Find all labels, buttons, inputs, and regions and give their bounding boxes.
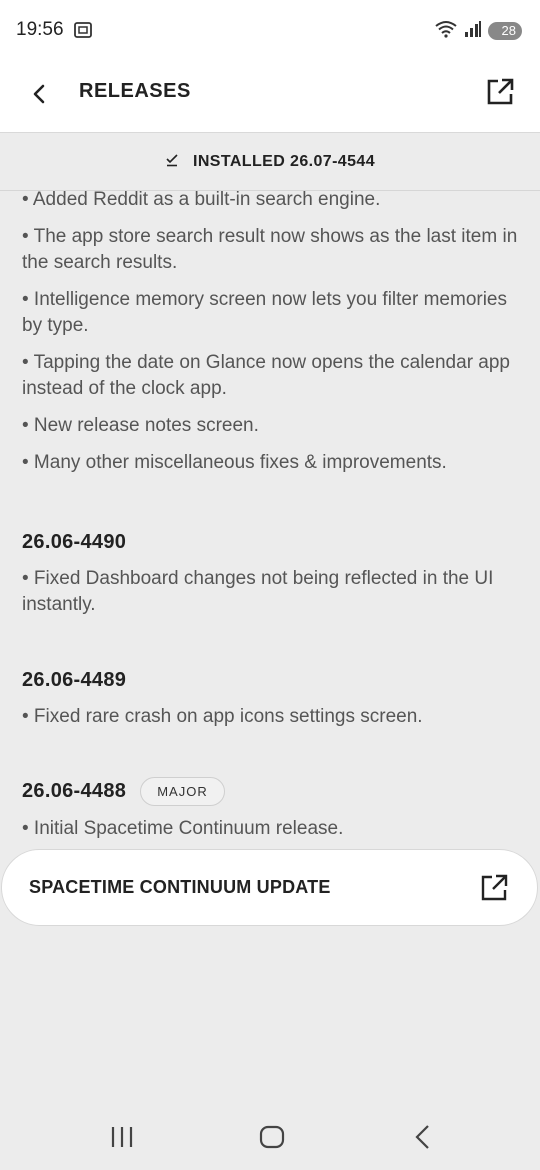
release-notes-list[interactable]: • Added Reddit as a built-in search engi… bbox=[22, 187, 518, 853]
release-version-heading: 26.06-4488 MAJOR bbox=[22, 777, 518, 806]
release-note-item: • Fixed Dashboard changes not being refl… bbox=[22, 568, 494, 615]
update-button-label: SPACETIME CONTINUUM UPDATE bbox=[29, 877, 331, 897]
release-version-number: 26.06-4488 bbox=[22, 780, 127, 802]
release-note-item: • The app store search result now shows … bbox=[22, 226, 518, 273]
release-version-heading: 26.06-4490 bbox=[22, 531, 518, 554]
release-note-item: • Added Reddit as a built-in search engi… bbox=[22, 189, 381, 210]
release-version-number: 26.06-4489 bbox=[22, 669, 127, 691]
home-icon bbox=[259, 1125, 285, 1149]
spacetime-update-button[interactable]: SPACETIME CONTINUUM UPDATE bbox=[1, 849, 538, 926]
status-indicators: 28 bbox=[434, 20, 522, 42]
screenshot-icon bbox=[73, 20, 93, 44]
release-note-item: • Initial Spacetime Continuum release. bbox=[22, 818, 344, 839]
battery-indicator: 28 bbox=[488, 22, 522, 40]
recent-apps-button[interactable] bbox=[107, 1122, 137, 1152]
installed-version-label: INSTALLED 26.07-4544 bbox=[193, 152, 375, 170]
back-button[interactable] bbox=[26, 80, 54, 108]
release-version-heading: 26.06-4489 bbox=[22, 669, 518, 692]
installed-banner: INSTALLED 26.07-4544 bbox=[0, 133, 540, 191]
chevron-left-icon bbox=[415, 1125, 429, 1149]
open-external-button[interactable] bbox=[484, 76, 516, 108]
open-external-icon bbox=[487, 78, 514, 105]
signal-icon bbox=[464, 20, 482, 42]
page-title: RELEASES bbox=[79, 80, 191, 102]
chevron-left-icon bbox=[33, 84, 45, 104]
major-badge: MAJOR bbox=[140, 777, 225, 806]
system-navigation-bar bbox=[0, 1100, 540, 1170]
app-bar: RELEASES bbox=[0, 62, 540, 133]
wifi-icon bbox=[434, 20, 458, 42]
release-note-item: • Many other miscellaneous fixes & impro… bbox=[22, 452, 447, 473]
status-bar: 19:56 28 bbox=[0, 0, 540, 62]
back-nav-button[interactable] bbox=[408, 1122, 438, 1152]
recents-icon bbox=[111, 1127, 133, 1147]
home-button[interactable] bbox=[257, 1122, 287, 1152]
status-time: 19:56 bbox=[16, 19, 64, 40]
release-note-item: • Fixed rare crash on app icons settings… bbox=[22, 706, 423, 727]
release-note-item: • Tapping the date on Glance now opens t… bbox=[22, 352, 510, 399]
open-external-icon bbox=[479, 873, 509, 903]
release-note-item: • Intelligence memory screen now lets yo… bbox=[22, 289, 508, 336]
release-version-number: 26.06-4490 bbox=[22, 531, 127, 553]
release-note-item: • New release notes screen. bbox=[22, 415, 259, 436]
check-icon bbox=[165, 152, 179, 171]
